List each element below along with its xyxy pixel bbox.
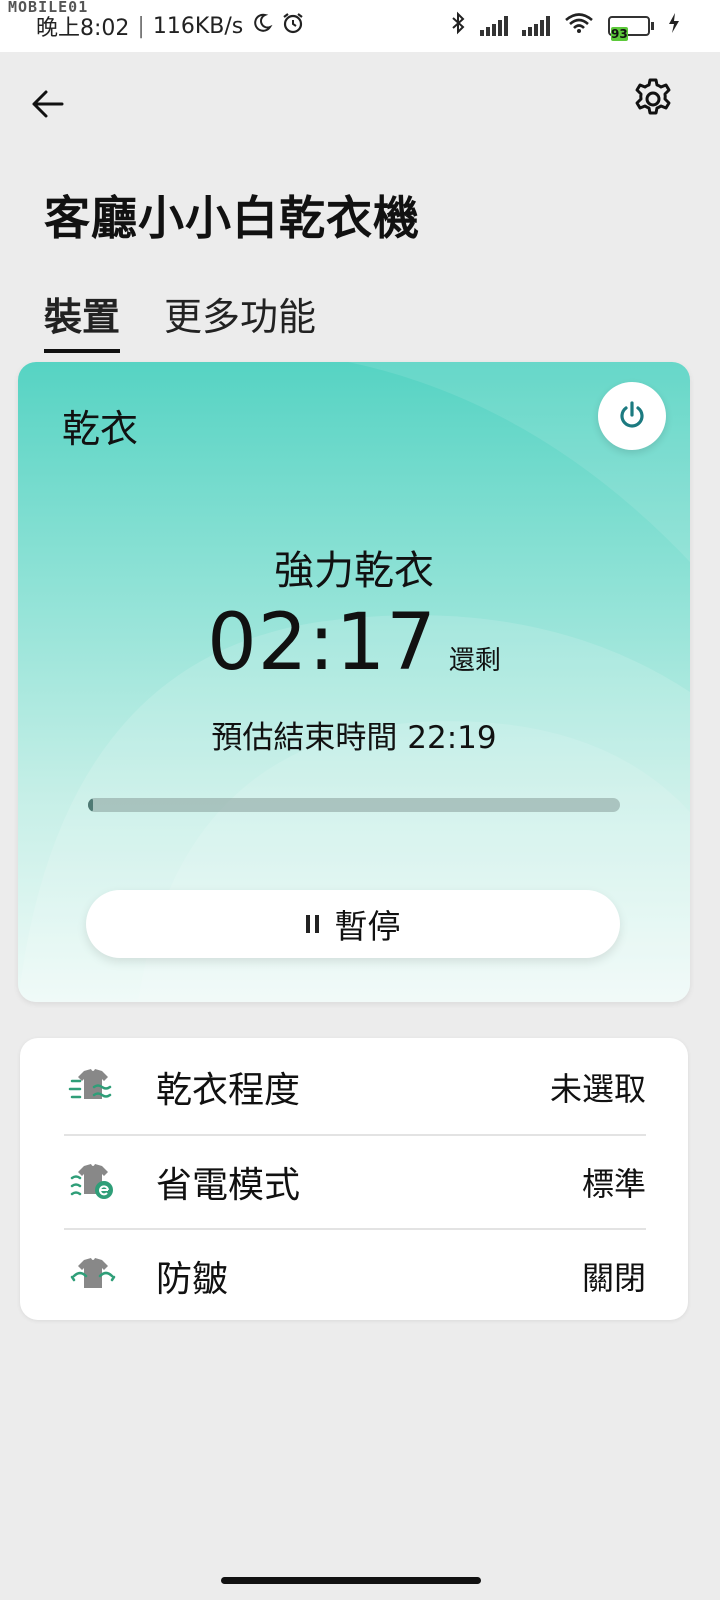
network-speed: 116KB/s: [152, 13, 244, 39]
gesture-nav-handle[interactable]: [221, 1577, 481, 1584]
battery-level: 93: [611, 27, 628, 41]
moon-icon: [251, 12, 273, 40]
alarm-icon: [281, 11, 305, 41]
time-remaining-row: 02:17 還剩: [18, 598, 690, 688]
shirt-eco-icon: [70, 1164, 113, 1199]
progress-bar: [88, 798, 620, 812]
battery-icon: 93: [608, 16, 654, 41]
status-left: MOBILE01 晚上8:02 | 116KB/s: [8, 0, 305, 42]
tab-device[interactable]: 裝置: [44, 286, 121, 353]
charging-icon: [668, 12, 680, 40]
setting-value: 關閉: [581, 1259, 646, 1297]
bluetooth-icon: [450, 11, 466, 41]
dryer-mode-label: 乾衣: [62, 407, 139, 451]
estimated-end-time: 預估結束時間 22:19: [211, 720, 497, 756]
setting-eco-mode[interactable]: 省電模式 標準: [64, 1134, 646, 1228]
setting-anti-wrinkle[interactable]: 防皺 關閉: [64, 1228, 646, 1322]
wifi-icon: [564, 12, 594, 40]
shirt-dryness-icon: [68, 1069, 112, 1099]
status-right: 93: [450, 11, 680, 41]
time-remaining: 02:17: [207, 598, 437, 688]
tab-bar: 裝置 更多功能: [44, 286, 316, 353]
setting-value: 未選取: [549, 1070, 646, 1108]
setting-label: 省電模式: [156, 1165, 301, 1206]
remaining-label: 還剩: [448, 646, 501, 676]
power-button[interactable]: [598, 382, 666, 450]
setting-dryness-level[interactable]: 乾衣程度 未選取: [64, 1040, 646, 1134]
watermark: MOBILE01: [8, 0, 89, 16]
status-bar: MOBILE01 晚上8:02 | 116KB/s 93: [0, 0, 720, 52]
dryer-status-card: 乾衣 強力乾衣 02:17 還剩 預估結束時間 22:19 暫停: [18, 362, 690, 1002]
pause-button[interactable]: 暫停: [86, 890, 620, 958]
signal-icon: [522, 16, 550, 36]
pause-icon: [305, 915, 319, 933]
tab-more-functions[interactable]: 更多功能: [164, 286, 316, 353]
program-name: 強力乾衣: [274, 548, 434, 594]
page-title: 客廳小小白乾衣機: [44, 191, 420, 245]
setting-value: 標準: [581, 1165, 646, 1203]
arrow-left-icon: [32, 90, 64, 118]
status-separator: |: [137, 13, 145, 39]
settings-button[interactable]: [630, 76, 676, 122]
signal-icon: [480, 16, 508, 36]
settings-list: 乾衣程度 未選取 省電模式 標準 防皺 關閉: [20, 1038, 688, 1320]
shirt-anti-wrinkle-icon: [70, 1258, 116, 1288]
pause-label: 暫停: [334, 907, 401, 946]
back-button[interactable]: [26, 82, 70, 126]
power-icon: [620, 401, 644, 428]
setting-label: 乾衣程度: [156, 1070, 301, 1111]
setting-label: 防皺: [156, 1259, 229, 1300]
gear-icon: [635, 78, 671, 115]
